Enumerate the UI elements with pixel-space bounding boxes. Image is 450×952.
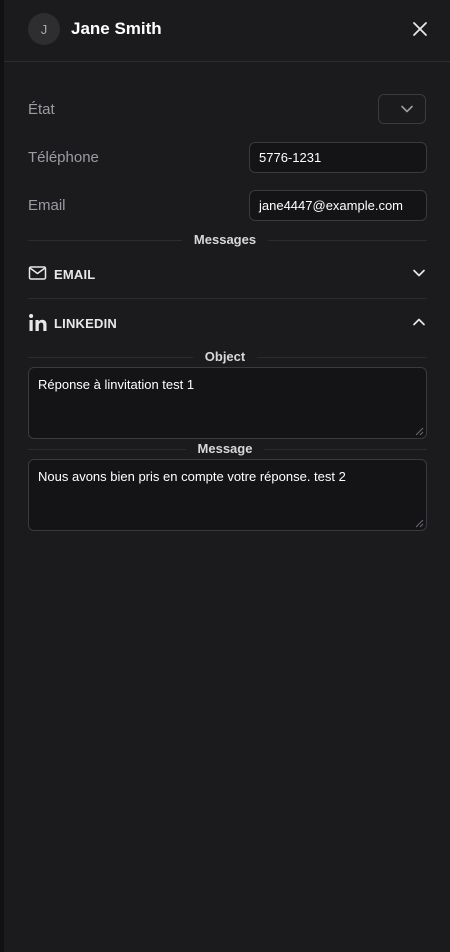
avatar: J <box>28 13 60 45</box>
message-heading-text: Message <box>185 441 265 456</box>
contact-panel: J Jane Smith État Téléphone 5776-1231 Em… <box>0 0 450 952</box>
phone-label: Téléphone <box>28 149 99 166</box>
resize-handle-icon[interactable] <box>415 427 424 436</box>
message-textarea[interactable]: Nous avons bien pris en compte votre rép… <box>28 459 427 531</box>
email-input[interactable]: jane4447@example.com <box>249 190 427 221</box>
email-section-toggle[interactable]: EMAIL <box>28 262 427 286</box>
panel-header: J Jane Smith <box>4 0 450 62</box>
object-textarea[interactable]: Réponse à linvitation test 1 <box>28 367 427 439</box>
chevron-down-icon <box>413 269 425 277</box>
email-label: Email <box>28 197 66 214</box>
email-section-label: EMAIL <box>54 267 96 282</box>
linkedin-section-label: LINKEDIN <box>54 316 117 331</box>
message-heading: Message <box>0 441 450 456</box>
object-text: Réponse à linvitation test 1 <box>38 377 195 392</box>
close-button[interactable] <box>409 18 431 40</box>
mail-icon <box>28 266 47 280</box>
close-icon <box>413 22 427 36</box>
state-select[interactable] <box>378 94 426 124</box>
linkedin-section-toggle[interactable]: LINKEDIN <box>28 311 427 335</box>
chevron-down-icon <box>401 105 413 113</box>
contact-name: Jane Smith <box>71 19 162 38</box>
object-heading-text: Object <box>192 349 258 364</box>
phone-input[interactable]: 5776-1231 <box>249 142 427 173</box>
message-text: Nous avons bien pris en compte votre rép… <box>38 469 346 484</box>
chevron-up-icon <box>413 318 425 326</box>
resize-handle-icon[interactable] <box>415 519 424 528</box>
linkedin-icon <box>29 314 47 331</box>
object-heading: Object <box>0 349 450 364</box>
state-label: État <box>28 101 55 118</box>
messages-heading-text: Messages <box>181 232 269 247</box>
section-divider <box>28 298 427 299</box>
panel-edge <box>0 0 4 952</box>
messages-heading: Messages <box>0 232 450 247</box>
